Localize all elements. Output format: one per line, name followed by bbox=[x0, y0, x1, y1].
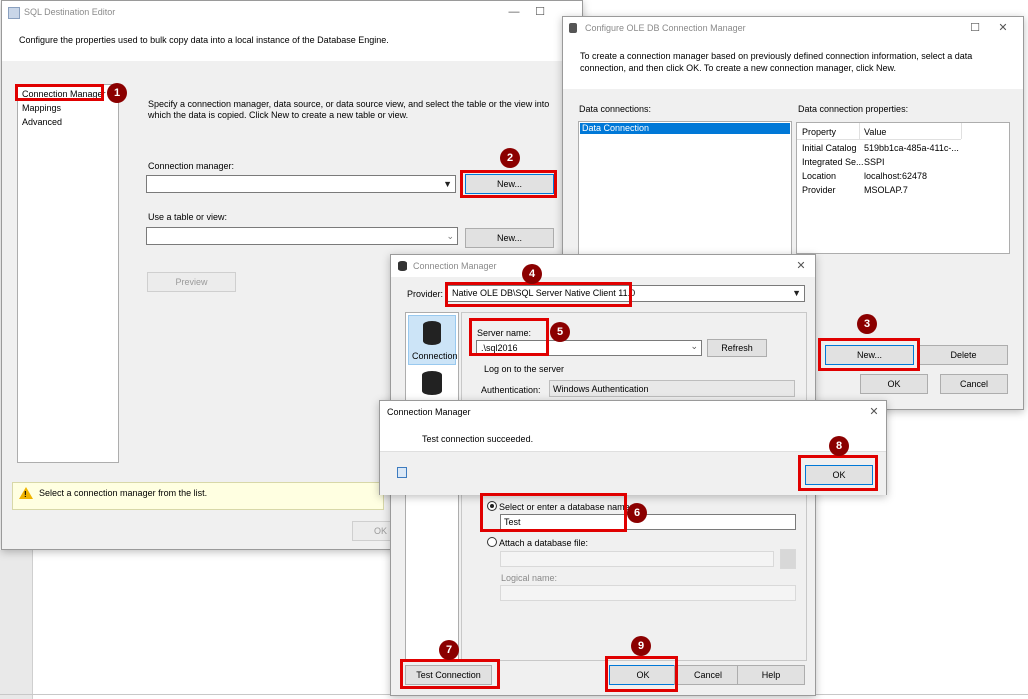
properties-grid: Property Value Initial Catalog 519bb1ca-… bbox=[796, 122, 1010, 254]
list-item-data-connection[interactable]: Data Connection bbox=[580, 123, 790, 134]
step-badge-2: 2 bbox=[500, 148, 520, 168]
dropdown-arrow-icon: ▼ bbox=[792, 288, 801, 298]
column-header-value: Value bbox=[864, 127, 887, 137]
highlight-test-connection bbox=[400, 659, 500, 689]
properties-header: Property Value bbox=[797, 123, 961, 140]
highlight-new-button-3 bbox=[818, 338, 920, 371]
window-title: Connection Manager bbox=[387, 407, 471, 417]
delete-button[interactable]: Delete bbox=[919, 345, 1008, 365]
logical-name-label: Logical name: bbox=[501, 573, 558, 583]
description-band: Configure the properties used to bulk co… bbox=[2, 23, 582, 61]
attach-file-label: Attach a database file: bbox=[499, 538, 589, 548]
column-header-property: Property bbox=[802, 127, 837, 137]
dropdown-arrow-icon: ⌄ bbox=[690, 341, 698, 351]
cancel-button[interactable]: Cancel bbox=[674, 665, 742, 685]
copy-icon[interactable] bbox=[397, 467, 407, 478]
app-icon bbox=[569, 23, 577, 33]
highlight-server-name bbox=[469, 318, 549, 356]
title-bar: Configure OLE DB Connection Manager ☐ ✕ bbox=[563, 17, 1023, 39]
connection-manager-label: Connection manager: bbox=[148, 161, 235, 171]
title-bar: SQL Destination Editor — ☐ bbox=[2, 1, 582, 23]
window-title: Configure OLE DB Connection Manager bbox=[585, 23, 746, 33]
data-connections-list: Data Connection bbox=[578, 121, 792, 268]
table-row: Integrated Se... bbox=[802, 157, 864, 167]
table-row: Location bbox=[802, 171, 837, 181]
highlight-message-ok bbox=[798, 455, 878, 491]
table-cell: localhost:62478 bbox=[864, 171, 928, 181]
step-badge-8: 8 bbox=[829, 436, 849, 456]
step-badge-7: 7 bbox=[439, 640, 459, 660]
step-badge-4: 4 bbox=[522, 264, 542, 284]
table-view-label: Use a table or view: bbox=[148, 212, 228, 222]
window-description: To create a connection manager based on … bbox=[580, 51, 973, 73]
step-badge-6: 6 bbox=[627, 503, 647, 523]
help-button[interactable]: Help bbox=[737, 665, 805, 685]
table-view-combo[interactable]: ⌄ bbox=[146, 227, 458, 245]
database-connection-icon bbox=[423, 321, 441, 345]
background-strip bbox=[0, 550, 33, 699]
highlight-database-name bbox=[480, 493, 627, 532]
dropdown-arrow-icon: ▼ bbox=[443, 179, 452, 189]
logon-label: Log on to the server bbox=[484, 364, 565, 374]
window-title: SQL Destination Editor bbox=[24, 7, 116, 17]
nav-list: Connection Manager Mappings Advanced bbox=[17, 84, 119, 463]
ok-button-partial[interactable]: OK bbox=[352, 521, 392, 541]
connection-manager-combo[interactable]: ▼ bbox=[146, 175, 456, 193]
close-icon[interactable]: ✕ bbox=[991, 20, 1015, 36]
table-cell: MSOLAP.7 bbox=[864, 185, 908, 195]
radio-unselected[interactable] bbox=[487, 537, 497, 547]
cancel-button[interactable]: Cancel bbox=[940, 374, 1008, 394]
table-row: Provider bbox=[802, 185, 836, 195]
data-connections-label: Data connections: bbox=[579, 104, 652, 114]
authentication-value: Windows Authentication bbox=[553, 384, 649, 394]
highlight-ok-button bbox=[605, 656, 678, 692]
instructions: Specify a connection manager, data sourc… bbox=[148, 99, 550, 120]
highlight-connection-manager-nav bbox=[15, 84, 104, 101]
attach-file-input[interactable] bbox=[500, 551, 774, 567]
step-badge-1: 1 bbox=[107, 83, 127, 103]
logical-name-input[interactable] bbox=[500, 585, 796, 601]
maximize-icon[interactable]: ☐ bbox=[528, 4, 552, 20]
warning-bar: ! Select a connection manager from the l… bbox=[12, 482, 384, 510]
side-item-connection[interactable]: Connection bbox=[408, 315, 458, 365]
maximize-icon[interactable]: ☐ bbox=[963, 20, 987, 36]
title-bar: Connection Manager ✕ bbox=[380, 401, 886, 423]
table-row: Initial Catalog bbox=[802, 143, 857, 153]
table-cell: 519bb1ca-485a-411c-... bbox=[864, 143, 959, 153]
ok-button[interactable]: OK bbox=[860, 374, 928, 394]
properties-label: Data connection properties: bbox=[798, 104, 909, 114]
nav-item-mappings[interactable]: Mappings bbox=[22, 103, 61, 113]
highlight-provider bbox=[445, 282, 632, 307]
refresh-button[interactable]: Refresh bbox=[707, 339, 767, 357]
database-settings-icon[interactable] bbox=[422, 371, 442, 395]
step-badge-3: 3 bbox=[857, 314, 877, 334]
side-item-label: Connection bbox=[412, 351, 458, 361]
close-icon[interactable]: ✕ bbox=[862, 404, 886, 420]
table-cell: SSPI bbox=[864, 157, 885, 167]
step-badge-5: 5 bbox=[550, 322, 570, 342]
preview-button[interactable]: Preview bbox=[147, 272, 236, 292]
dropdown-arrow-icon: ⌄ bbox=[446, 231, 454, 241]
nav-item-advanced[interactable]: Advanced bbox=[22, 117, 62, 127]
authentication-combo[interactable]: Windows Authentication bbox=[549, 380, 795, 397]
browse-button[interactable] bbox=[780, 549, 796, 569]
minimize-icon[interactable]: — bbox=[502, 4, 526, 20]
step-badge-9: 9 bbox=[631, 636, 651, 656]
highlight-new-button-1 bbox=[460, 170, 557, 198]
window-title: Connection Manager bbox=[413, 261, 497, 271]
app-icon bbox=[8, 7, 20, 19]
description-band: To create a connection manager based on … bbox=[563, 39, 1023, 89]
provider-label: Provider: bbox=[407, 289, 444, 299]
close-icon[interactable]: ✕ bbox=[789, 258, 813, 274]
title-bar: Connection Manager ✕ bbox=[391, 255, 815, 277]
database-icon bbox=[398, 261, 407, 271]
new-table-button[interactable]: New... bbox=[465, 228, 554, 248]
warning-text: Select a connection manager from the lis… bbox=[39, 488, 208, 498]
authentication-label: Authentication: bbox=[481, 385, 541, 395]
message-text: Test connection succeeded. bbox=[422, 434, 534, 444]
window-description: Configure the properties used to bulk co… bbox=[19, 35, 389, 45]
